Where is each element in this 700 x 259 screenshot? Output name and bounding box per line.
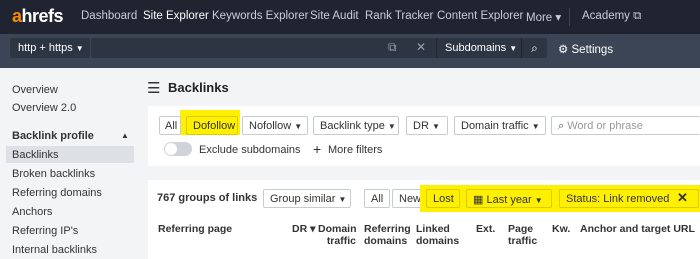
search-icon: ⌕ bbox=[558, 120, 565, 132]
open-external-icon[interactable]: ⧉ bbox=[388, 40, 397, 55]
filter-all-links-button[interactable]: All bbox=[364, 189, 390, 208]
sidebar-item-broken-backlinks[interactable]: Broken backlinks bbox=[12, 168, 95, 180]
dr-filter-select[interactable]: DR ▼ bbox=[406, 116, 448, 135]
sidebar-item-referring-domains[interactable]: Referring domains bbox=[12, 187, 102, 199]
protocol-select[interactable]: http + https ▼ bbox=[10, 38, 90, 58]
page-title: Backlinks bbox=[168, 80, 229, 95]
nav-site-audit[interactable]: Site Audit bbox=[310, 10, 359, 22]
domain-traffic-select[interactable]: Domain traffic ▼ bbox=[454, 116, 546, 135]
sidebar-item-overview-2[interactable]: Overview 2.0 bbox=[12, 102, 76, 114]
nav-academy[interactable]: Academy ⧉ bbox=[582, 10, 641, 23]
filter-dofollow-button[interactable]: Dofollow bbox=[186, 116, 238, 135]
close-icon[interactable]: ✕ bbox=[677, 190, 688, 206]
nav-keywords-explorer[interactable]: Keywords Explorer bbox=[212, 10, 309, 22]
search-icon: ⌕ bbox=[531, 41, 538, 55]
more-filters-button[interactable]: More filters bbox=[328, 144, 382, 156]
period-select[interactable]: ▦ Last year ▼ bbox=[466, 189, 552, 208]
collapse-caret-icon[interactable]: ▲ bbox=[121, 131, 129, 140]
col-dr[interactable]: DR ▾ bbox=[292, 223, 315, 235]
clear-icon[interactable]: ✕ bbox=[416, 40, 426, 54]
col-referring-domains[interactable]: Referring domains bbox=[364, 223, 411, 247]
nav-dashboard[interactable]: Dashboard bbox=[81, 10, 137, 22]
sidebar-item-backlinks[interactable]: Backlinks bbox=[12, 149, 58, 161]
exclude-subdomains-label: Exclude subdomains bbox=[199, 144, 301, 156]
sidebar-section-backlink-profile[interactable]: Backlink profile bbox=[12, 130, 94, 142]
menu-icon[interactable]: ☰ bbox=[147, 79, 160, 97]
nav-site-explorer[interactable]: Site Explorer bbox=[143, 10, 209, 22]
col-domain-traffic[interactable]: Domain traffic bbox=[318, 223, 357, 247]
sidebar-item-overview[interactable]: Overview bbox=[12, 84, 58, 96]
filter-nofollow-button[interactable]: Nofollow ▼ bbox=[242, 116, 308, 135]
nav-divider bbox=[569, 8, 570, 26]
nav-more[interactable]: More ▾ bbox=[526, 10, 561, 24]
plus-icon[interactable]: + bbox=[313, 141, 321, 157]
settings-button[interactable]: ⚙ Settings bbox=[558, 42, 613, 56]
sidebar-item-referring-ips[interactable]: Referring IP's bbox=[12, 225, 78, 237]
filter-all-button[interactable]: All bbox=[159, 116, 181, 135]
search-button[interactable]: ⌕ bbox=[521, 38, 547, 58]
col-kw[interactable]: Kw. bbox=[552, 223, 570, 235]
filter-lost-links-button[interactable]: Lost bbox=[426, 189, 460, 208]
col-referring-page[interactable]: Referring page bbox=[158, 223, 232, 235]
word-phrase-input[interactable]: ⌕ Word or phrase bbox=[551, 116, 700, 135]
calendar-icon: ▦ bbox=[473, 194, 484, 206]
backlink-type-select[interactable]: Backlink type ▼ bbox=[313, 116, 399, 135]
sidebar-item-anchors[interactable]: Anchors bbox=[12, 206, 52, 218]
exclude-subdomains-toggle[interactable] bbox=[164, 142, 192, 156]
results-count: 767 groups of links bbox=[157, 192, 258, 204]
url-input[interactable] bbox=[91, 38, 436, 58]
col-anchor-target-url[interactable]: Anchor and target URL bbox=[580, 223, 695, 235]
nav-content-explorer[interactable]: Content Explorer bbox=[437, 10, 523, 22]
sidebar-item-internal-backlinks[interactable]: Internal backlinks bbox=[12, 244, 97, 256]
col-linked-domains[interactable]: Linked domains bbox=[416, 223, 459, 247]
gear-icon: ⚙ bbox=[558, 44, 569, 56]
col-page-traffic[interactable]: Page traffic bbox=[508, 223, 538, 247]
ahrefs-logo[interactable]: ahrefs bbox=[12, 6, 64, 27]
col-ext[interactable]: Ext. bbox=[476, 223, 495, 235]
group-similar-select[interactable]: Group similar ▼ bbox=[263, 189, 351, 208]
mode-select[interactable]: Subdomains ▼ bbox=[436, 38, 521, 58]
nav-rank-tracker[interactable]: Rank Tracker bbox=[365, 10, 433, 22]
